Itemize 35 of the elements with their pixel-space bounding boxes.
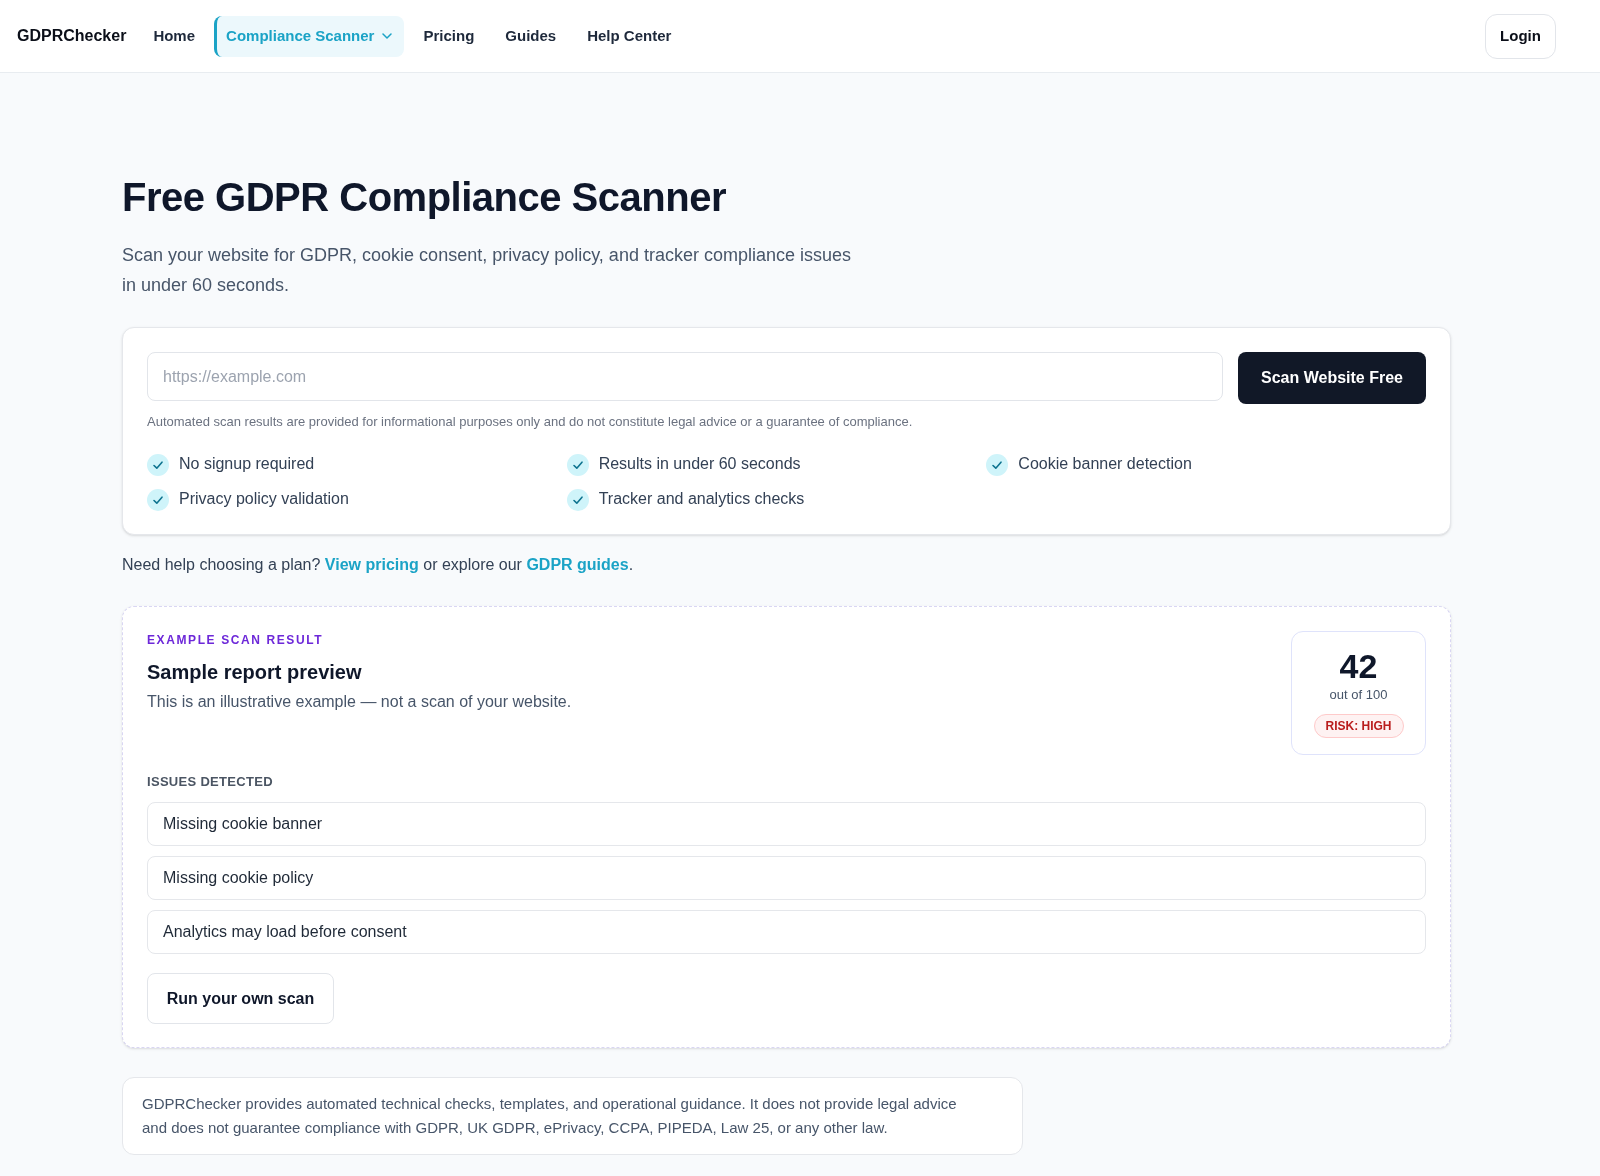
nav-link[interactable]: Pricing [411, 15, 487, 57]
feature-text: Cookie banner detection [1018, 454, 1192, 474]
login-button[interactable]: Login [1485, 13, 1556, 59]
section-eyebrow: EXAMPLE SCAN RESULT [147, 632, 325, 649]
issue-row: Analytics may load before consent [147, 910, 1426, 954]
issues-heading: ISSUES DETECTED [147, 773, 274, 791]
page-title: Free GDPR Compliance Scanner [122, 174, 727, 221]
legal-notice: GDPRChecker provides automated technical checks, templates, and operational guidance. It does not provide legal advice and does not guarantee compliance with GDPR, UK GDPR, ePrivacy, CCPA, PIPEDA, Law 25, or any other law. [122, 1077, 1023, 1155]
caret-down-icon [382, 33, 393, 39]
check-icon [147, 454, 169, 476]
report-description: This is an illustrative example — not a scan of your website. [147, 692, 572, 712]
feature-text: Privacy policy validation [179, 489, 349, 509]
risk-badge: RISK: HIGH [1313, 714, 1404, 738]
feature-text: Tracker and analytics checks [598, 489, 805, 509]
feature-text: No signup required [179, 454, 315, 474]
run-scan-button[interactable]: Run your own scan [147, 973, 334, 1024]
scan-disclaimer: Automated scan results are provided for informational purposes only and do not constitute legal advice or a guarantee of compliance. [147, 413, 914, 431]
feature-text: Results in under 60 seconds [598, 454, 801, 474]
check-icon [986, 454, 1009, 476]
issue-row: Missing cookie banner [147, 802, 1426, 846]
scan-website-button[interactable]: Scan Website Free [1238, 352, 1426, 404]
score-caption: out of 100 [1329, 686, 1388, 704]
report-title: Sample report preview [147, 660, 363, 685]
check-icon [147, 489, 169, 511]
issue-row: Missing cookie policy [147, 856, 1426, 900]
score-value: 42 [1339, 646, 1378, 686]
nav-link[interactable]: Help Center [575, 15, 684, 57]
url-input-field[interactable]: https://example.com [147, 352, 1223, 401]
nav-link[interactable]: Home [141, 15, 208, 57]
logo[interactable]: GDPRChecker [17, 24, 127, 48]
nav-link[interactable]: Guides [493, 15, 569, 57]
page-subtitle: Scan your website for GDPR, cookie consent, privacy policy, and tracker compliance issues in under 60 seconds. [122, 244, 852, 297]
check-icon [566, 454, 589, 476]
help-text: Need help choosing a plan? View pricing or explore our GDPR guides. [122, 555, 635, 575]
check-icon [566, 489, 589, 511]
